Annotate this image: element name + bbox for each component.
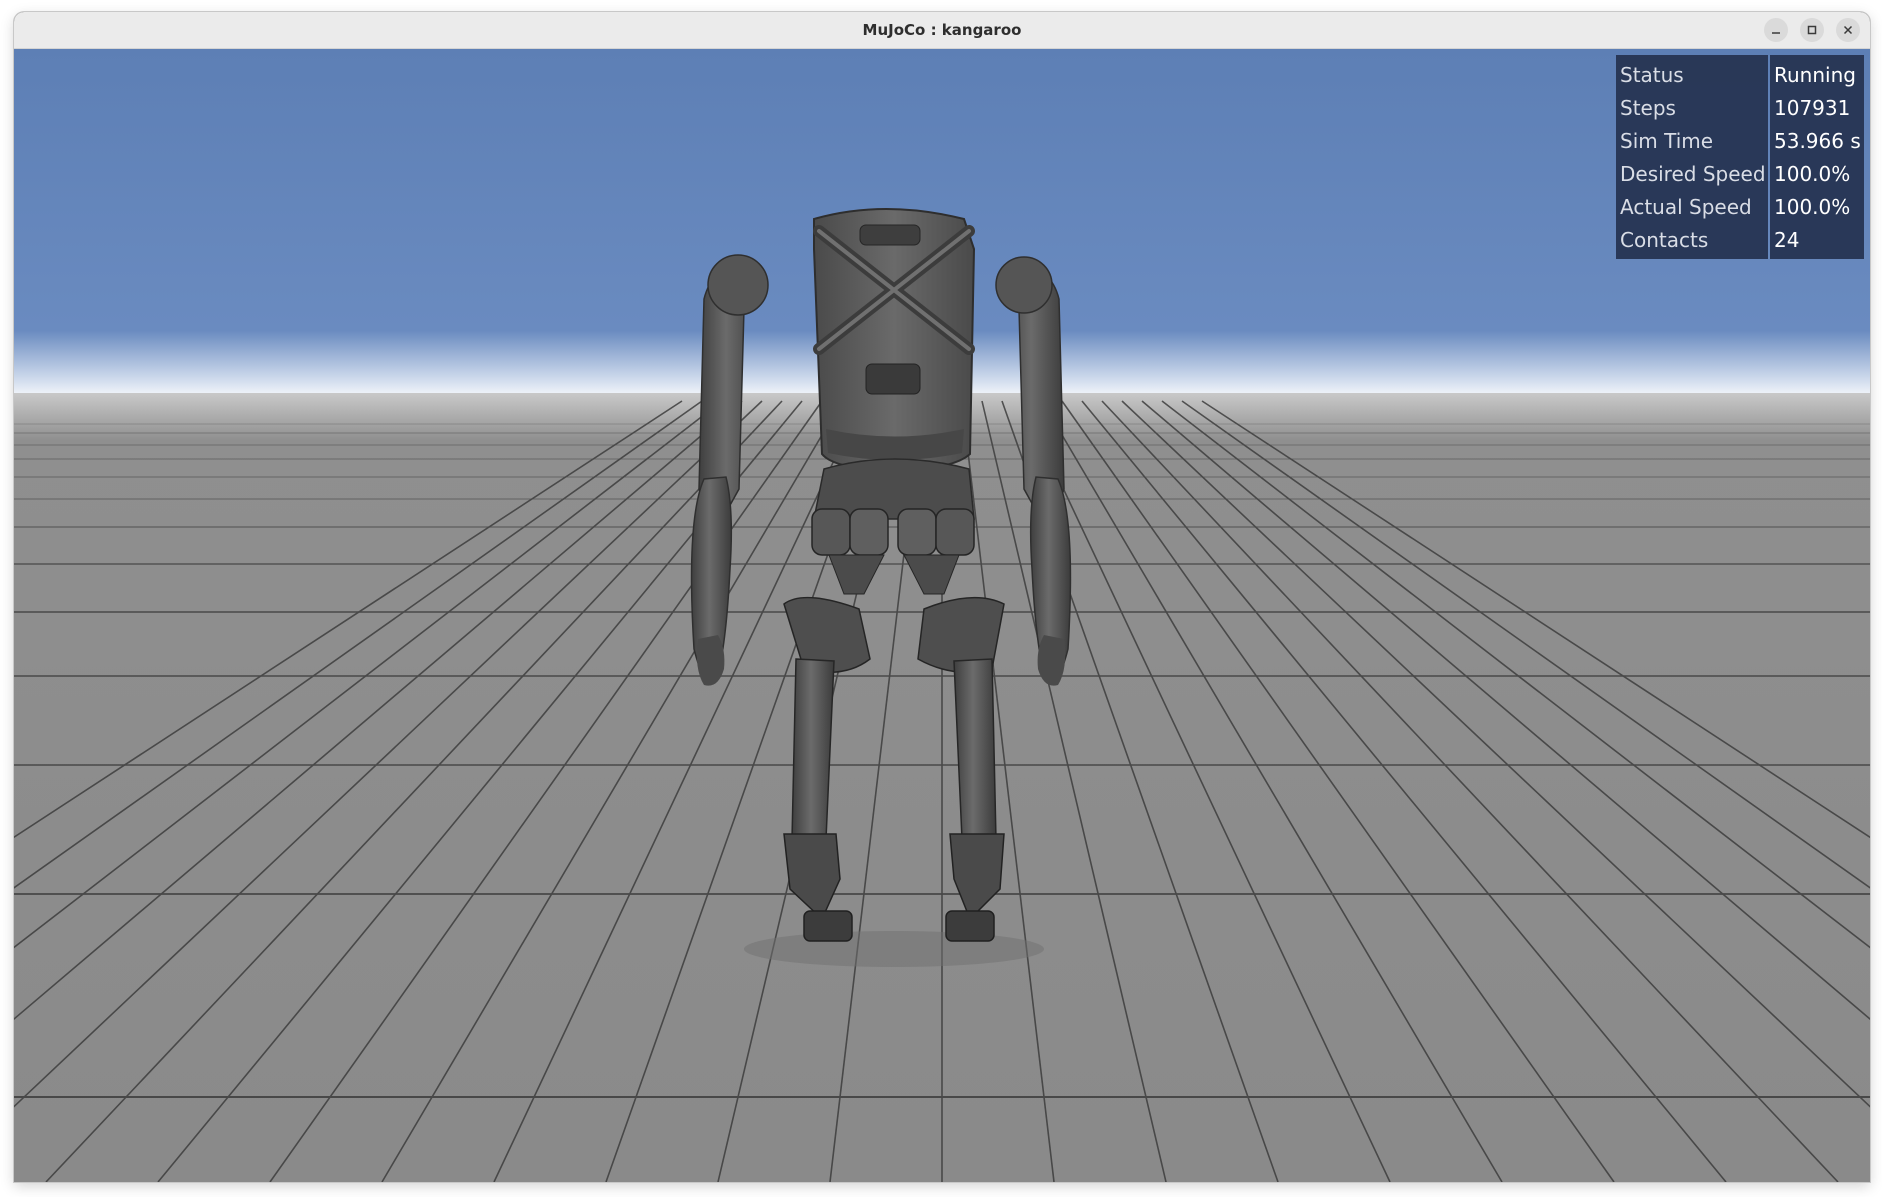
sim-time-value: 53.966 s [1774, 129, 1861, 153]
robot-shadow [744, 931, 1044, 967]
steps-label: Steps [1620, 96, 1676, 120]
maximize-button[interactable] [1800, 18, 1824, 42]
close-button[interactable] [1836, 18, 1860, 42]
close-icon [1843, 25, 1853, 35]
status-value: Running [1774, 63, 1856, 87]
desired-speed-value: 100.0% [1774, 162, 1851, 186]
simulation-info-panel: Status Steps Sim Time Desired Speed Actu… [1616, 55, 1864, 259]
info-values: Running 107931 53.966 s 100.0% 100.0% 24 [1770, 55, 1864, 259]
actual-speed-label: Actual Speed [1620, 195, 1752, 219]
window-controls [1764, 18, 1860, 42]
maximize-icon [1807, 25, 1817, 35]
steps-value: 107931 [1774, 96, 1851, 120]
contacts-label: Contacts [1620, 228, 1709, 252]
info-labels: Status Steps Sim Time Desired Speed Actu… [1616, 55, 1768, 259]
status-label: Status [1620, 63, 1684, 87]
window-title: MuJoCo : kangaroo [862, 21, 1022, 39]
actual-speed-value: 100.0% [1774, 195, 1851, 219]
title-bar[interactable]: MuJoCo : kangaroo [14, 12, 1870, 49]
simulation-viewport[interactable]: Status Steps Sim Time Desired Speed Actu… [14, 49, 1870, 1182]
desired-speed-label: Desired Speed [1620, 162, 1766, 186]
scene-render [14, 49, 1870, 1182]
app-window: MuJoCo : kangaroo Status Steps Sim Time … [14, 12, 1870, 1182]
contacts-value: 24 [1774, 228, 1800, 252]
minimize-icon [1772, 32, 1780, 34]
minimize-button[interactable] [1764, 18, 1788, 42]
robot-torso [813, 208, 976, 473]
sim-time-label: Sim Time [1620, 129, 1714, 153]
